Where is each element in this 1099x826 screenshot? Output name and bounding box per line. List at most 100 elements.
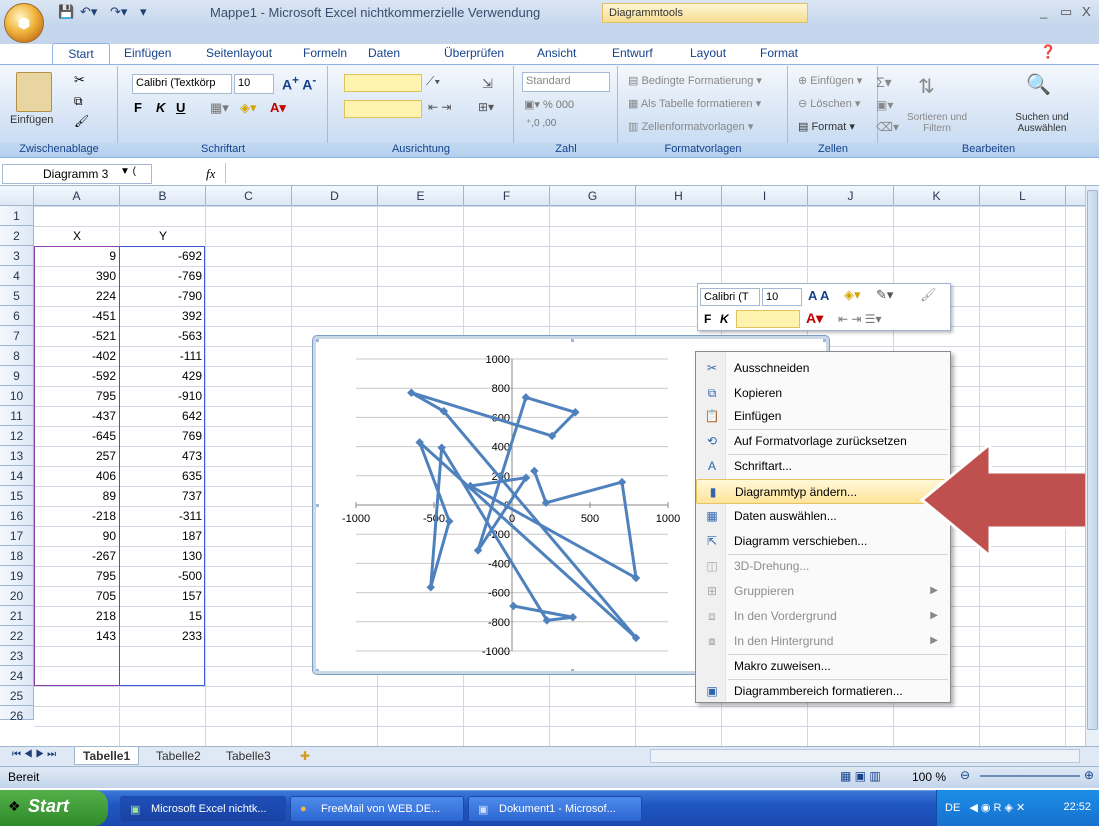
find-select-button[interactable]: Suchen und Auswählen bbox=[1000, 112, 1084, 134]
save-icon[interactable]: 💾 bbox=[58, 4, 74, 22]
insert-cells-button[interactable]: ⊕ Einfügen ▾ bbox=[798, 74, 862, 87]
tab-daten[interactable]: Daten bbox=[368, 46, 400, 60]
column-header-l[interactable]: L bbox=[980, 186, 1066, 206]
fill-icon[interactable]: ▣▾ bbox=[876, 98, 893, 112]
sheet-tab-tabelle3[interactable]: Tabelle3 bbox=[218, 747, 279, 765]
horizontal-scrollbar[interactable] bbox=[650, 749, 1080, 763]
row-header-17[interactable]: 17 bbox=[0, 526, 34, 546]
row-header-11[interactable]: 11 bbox=[0, 406, 34, 426]
menu-item-copy[interactable]: Kopieren ⧉ bbox=[696, 381, 950, 406]
currency-icons[interactable]: ▣▾ % 000 bbox=[524, 98, 574, 111]
cell-styles-button[interactable]: ▥ Zellenformatvorlagen ▾ bbox=[628, 120, 753, 133]
row-header-14[interactable]: 14 bbox=[0, 466, 34, 486]
grow-font-icon[interactable]: A+ A- bbox=[282, 74, 316, 93]
row-header-4[interactable]: 4 bbox=[0, 266, 34, 286]
tab-ueberpruefen[interactable]: Überprüfen bbox=[444, 46, 504, 60]
conditional-format-button[interactable]: ▤ Bedingte Formatierung ▾ bbox=[628, 74, 762, 87]
menu-item-select-data[interactable]: Daten auswählen... ▦ bbox=[696, 504, 950, 529]
undo-icon[interactable]: ↶▾ bbox=[80, 4, 97, 22]
help-icon[interactable]: ❓ bbox=[1040, 44, 1056, 60]
taskbar-excel[interactable]: Microsoft Excel nichtk... bbox=[120, 796, 286, 822]
tab-entwurf[interactable]: Entwurf bbox=[612, 46, 653, 60]
taskbar-word[interactable]: Dokument1 - Microsof... bbox=[468, 796, 642, 822]
office-button[interactable]: ⬢ bbox=[4, 3, 44, 43]
row-header-18[interactable]: 18 bbox=[0, 546, 34, 566]
find-icon[interactable]: 🔍 bbox=[1026, 72, 1051, 97]
format-painter-icon[interactable]: 🖌 bbox=[74, 114, 89, 128]
copy-icon[interactable]: ⧉ bbox=[74, 94, 83, 109]
menu-item-move-chart[interactable]: Diagramm verschieben... ⇱ bbox=[696, 529, 950, 554]
mini-size-dropdown[interactable]: 10 bbox=[762, 288, 802, 306]
menu-item-format-area[interactable]: Diagrammbereich formatieren... ▣ bbox=[696, 679, 950, 704]
menu-item-macro[interactable]: Makro zuweisen... bbox=[696, 654, 950, 679]
row-header-26[interactable]: 26 bbox=[0, 706, 34, 723]
row-header-12[interactable]: 12 bbox=[0, 426, 34, 446]
mini-grow-font-icon[interactable]: A A bbox=[808, 288, 829, 303]
taskbar-firefox[interactable]: FreeMail von WEB.DE... bbox=[290, 796, 464, 822]
row-header-15[interactable]: 15 bbox=[0, 486, 34, 506]
delete-cells-button[interactable]: ⊖ Löschen ▾ bbox=[798, 97, 860, 110]
row-header-25[interactable]: 25 bbox=[0, 686, 34, 706]
tray-icons[interactable]: ◀ ◉ R ◈ ✕ bbox=[969, 802, 1025, 814]
menu-item-group[interactable]: Gruppieren ⊞ ▶ bbox=[696, 579, 950, 604]
paste-button[interactable]: Einfügen bbox=[10, 114, 53, 126]
fx-button[interactable]: fx bbox=[206, 166, 215, 182]
italic-button[interactable]: K bbox=[156, 100, 165, 115]
tab-start[interactable]: Start bbox=[52, 43, 110, 65]
redo-icon[interactable]: ↷▾ bbox=[110, 4, 127, 22]
zoom-level[interactable]: 100 % bbox=[912, 770, 946, 784]
language-indicator[interactable]: DE bbox=[945, 802, 960, 814]
sort-filter-icon[interactable]: ⇅ bbox=[918, 74, 935, 99]
menu-item-send-back[interactable]: In den Hintergrund ⧇ ▶ bbox=[696, 629, 950, 654]
sheet-nav-icons[interactable]: ⏮ ◀ ▶ ⏭ bbox=[4, 747, 64, 765]
column-header-d[interactable]: D bbox=[292, 186, 378, 206]
clear-icon[interactable]: ⌫▾ bbox=[876, 120, 899, 134]
mini-indent-icons[interactable]: ⇤ ⇥ ☰▾ bbox=[838, 312, 882, 326]
row-header-16[interactable]: 16 bbox=[0, 506, 34, 526]
tab-formeln[interactable]: Formeln bbox=[303, 46, 347, 60]
autosum-icon[interactable]: Σ▾ bbox=[876, 74, 892, 91]
close-button[interactable]: X bbox=[1082, 4, 1091, 19]
view-buttons-icons[interactable]: ▦ ▣ ▥ bbox=[840, 769, 881, 783]
menu-item-font[interactable]: Schriftart... A bbox=[696, 454, 950, 479]
font-name-dropdown[interactable]: Calibri (Textkörp bbox=[132, 74, 232, 94]
mini-fill-icon[interactable]: ◈▾ bbox=[844, 287, 861, 303]
tab-ansicht[interactable]: Ansicht bbox=[537, 46, 576, 60]
mini-font-dropdown[interactable]: Calibri (T bbox=[700, 288, 760, 306]
mini-outline-icon[interactable]: ✎▾ bbox=[876, 287, 893, 303]
column-header-g[interactable]: G bbox=[550, 186, 636, 206]
format-as-table-button[interactable]: ▦ Als Tabelle formatieren ▾ bbox=[628, 97, 761, 110]
minimize-button[interactable]: _ bbox=[1040, 4, 1047, 19]
tab-format[interactable]: Format bbox=[760, 46, 798, 60]
align-center-icons[interactable] bbox=[344, 100, 422, 118]
sheet-tab-tabelle1[interactable]: Tabelle1 bbox=[74, 747, 140, 765]
cell-a2[interactable]: X bbox=[34, 226, 120, 246]
row-header-5[interactable]: 5 bbox=[0, 286, 34, 306]
column-header-f[interactable]: F bbox=[464, 186, 550, 206]
row-header-7[interactable]: 7 bbox=[0, 326, 34, 346]
menu-item-chart-type[interactable]: Diagrammtyp ändern... ▮ bbox=[696, 479, 950, 504]
menu-item-rotate-3d[interactable]: 3D-Drehung... ◫ bbox=[696, 554, 950, 579]
column-header-a[interactable]: A bbox=[34, 186, 120, 206]
indent-icons[interactable]: ⇤ ⇥ bbox=[428, 100, 451, 114]
paste-icon[interactable] bbox=[16, 72, 52, 112]
row-header-10[interactable]: 10 bbox=[0, 386, 34, 406]
format-cells-button[interactable]: ▤ Format ▾ bbox=[798, 120, 855, 133]
vertical-scrollbar[interactable] bbox=[1085, 186, 1099, 746]
restore-button[interactable]: ▭ bbox=[1060, 4, 1072, 20]
menu-item-paste[interactable]: Einfügen 📋 bbox=[696, 404, 950, 429]
bold-button[interactable]: F bbox=[134, 100, 142, 115]
orientation-icon[interactable]: ⟋▾ bbox=[426, 74, 440, 89]
align-top-icons[interactable] bbox=[344, 74, 422, 92]
merge-icon[interactable]: ⊞▾ bbox=[478, 100, 494, 114]
font-color-icon[interactable]: A▾ bbox=[270, 100, 286, 116]
tab-seitenlayout[interactable]: Seitenlayout bbox=[206, 46, 272, 60]
column-header-e[interactable]: E bbox=[378, 186, 464, 206]
column-header-h[interactable]: H bbox=[636, 186, 722, 206]
row-header-8[interactable]: 8 bbox=[0, 346, 34, 366]
zoom-in-icon[interactable]: ⊕ bbox=[1084, 768, 1094, 782]
menu-item-bring-front[interactable]: In den Vordergrund ⧈ ▶ bbox=[696, 604, 950, 629]
wrap-text-icon[interactable]: ⇲ bbox=[482, 76, 493, 92]
customize-qat-icon[interactable]: ▾ bbox=[140, 4, 147, 22]
menu-item-reset-style[interactable]: Auf Formatvorlage zurücksetzen ⟲ bbox=[696, 429, 950, 454]
